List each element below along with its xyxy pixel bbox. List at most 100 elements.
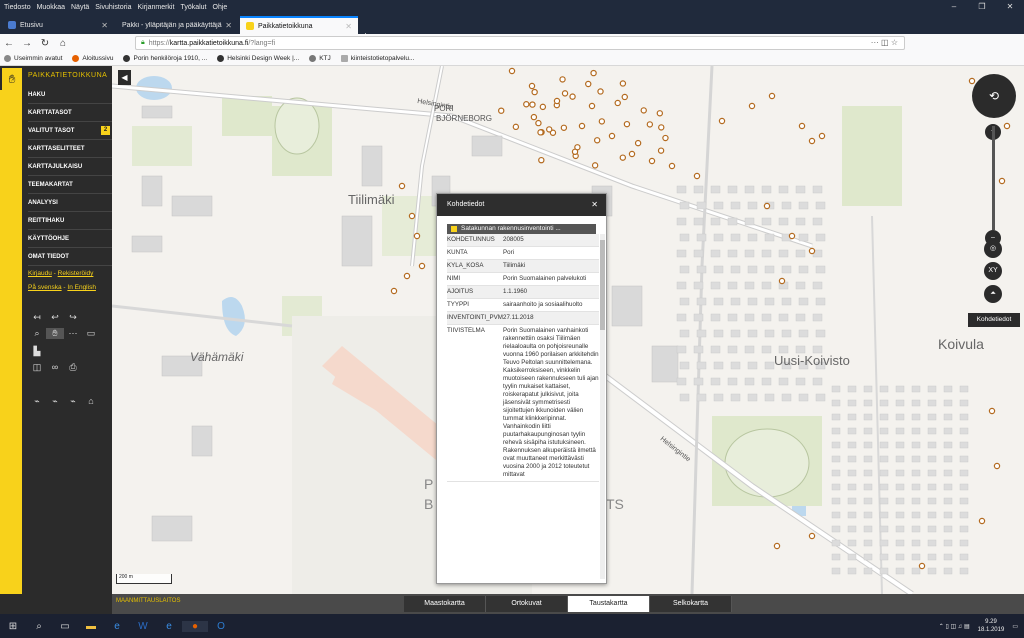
poi-marker[interactable] xyxy=(993,462,1001,470)
poi-marker[interactable] xyxy=(418,262,426,270)
poi-marker[interactable] xyxy=(968,77,976,85)
close-icon[interactable]: ✕ xyxy=(591,194,598,216)
poi-marker[interactable] xyxy=(598,118,606,125)
poi-marker[interactable] xyxy=(763,202,771,210)
poi-marker[interactable] xyxy=(657,147,665,154)
outlook-icon[interactable]: O xyxy=(208,621,234,632)
internet-explorer-icon[interactable]: e xyxy=(156,621,182,632)
poi-marker[interactable] xyxy=(918,562,926,570)
poi-marker[interactable] xyxy=(646,121,654,128)
bookmark-hdw[interactable]: Helsinki Design Week |... xyxy=(217,55,299,62)
poi-marker[interactable] xyxy=(634,139,642,147)
bookmark-most-visited[interactable]: Useimmin avatut xyxy=(4,55,62,62)
poi-marker[interactable] xyxy=(523,101,530,108)
poi-marker[interactable] xyxy=(413,232,421,240)
poi-marker[interactable] xyxy=(585,80,592,88)
poi-marker[interactable] xyxy=(718,117,726,125)
tray-icons[interactable]: ⌃ ▯ ◫ ♫ ▤ xyxy=(939,623,970,630)
bookmark-pori[interactable]: Porin henkilöroja 1910, ... xyxy=(123,55,207,62)
menu-file[interactable]: Tiedosto xyxy=(4,4,31,11)
star-icon[interactable]: ☆ xyxy=(891,38,898,47)
poi-marker[interactable] xyxy=(658,124,665,131)
poi-marker[interactable] xyxy=(608,132,616,140)
menu-valitut-tasot[interactable]: VALITUT TASOT 2 xyxy=(28,122,112,140)
poi-marker[interactable] xyxy=(788,232,796,240)
locate-icon[interactable]: ◎ xyxy=(984,240,1002,258)
basemap-ortokuvat[interactable]: Ortokuvat xyxy=(486,596,568,612)
edge-icon[interactable]: e xyxy=(104,621,130,632)
poi-marker[interactable] xyxy=(529,101,536,108)
clock[interactable]: 9.29 18.1.2019 xyxy=(978,618,1005,634)
basemap-selkokartta[interactable]: Selkokartta xyxy=(650,596,732,612)
maximize-icon[interactable]: ❐ xyxy=(968,0,996,14)
poi-marker[interactable] xyxy=(798,122,806,130)
menu-teemakartat[interactable]: TEEMAKARTAT xyxy=(28,176,112,194)
poi-marker[interactable] xyxy=(588,102,596,110)
pocket-icon[interactable]: ◫ xyxy=(881,38,889,47)
close-tab-icon[interactable]: ✕ xyxy=(101,21,108,30)
poi-marker[interactable] xyxy=(408,212,416,220)
feature-info-icon[interactable]: ⏶ xyxy=(984,285,1002,303)
scroll-thumb[interactable] xyxy=(600,240,605,330)
poi-marker[interactable] xyxy=(773,542,781,550)
menu-edit[interactable]: Muokkaa xyxy=(37,4,65,11)
search-icon[interactable]: ⌕ xyxy=(26,621,52,632)
menu-tools[interactable]: Työkalut xyxy=(180,4,206,11)
zoom-slider[interactable] xyxy=(992,126,995,230)
poi-marker[interactable] xyxy=(590,69,597,77)
undo-icon[interactable]: ↩ xyxy=(46,312,64,323)
poi-marker[interactable] xyxy=(662,134,669,142)
close-window-icon[interactable]: ✕ xyxy=(996,0,1024,14)
poi-marker[interactable] xyxy=(593,137,601,144)
measure-line-icon[interactable]: ⋯ xyxy=(64,328,82,339)
poi-marker[interactable] xyxy=(538,156,545,164)
poi-marker[interactable] xyxy=(578,122,586,130)
history-back-icon[interactable]: ↤ xyxy=(28,312,46,323)
poi-marker[interactable] xyxy=(808,247,816,255)
print-icon[interactable]: ⎙ xyxy=(64,362,82,373)
link-icon[interactable]: ∞ xyxy=(46,362,64,373)
poi-marker[interactable] xyxy=(553,97,561,105)
poi-marker[interactable] xyxy=(390,287,398,295)
back-icon[interactable]: ← xyxy=(0,38,18,49)
more-icon[interactable]: ··· xyxy=(871,38,879,47)
poi-marker[interactable] xyxy=(619,154,627,161)
bookmark-kiinteisto[interactable]: kiinteistotietopalvelu... xyxy=(340,55,414,62)
poi-marker[interactable] xyxy=(778,277,786,285)
register-link[interactable]: Rekisteröidy xyxy=(58,270,94,277)
poi-marker[interactable] xyxy=(648,157,656,165)
poi-marker[interactable] xyxy=(668,162,676,170)
file-explorer-icon[interactable]: ▬ xyxy=(78,621,104,632)
url-bar[interactable]: 🔒︎ https:// kartta.paikkatietoikkuna.fi … xyxy=(135,36,905,50)
tab-etusivu[interactable]: Etusivu ✕ xyxy=(2,16,114,34)
basemap-taustakartta[interactable]: Taustakartta xyxy=(568,596,650,612)
poi-marker[interactable] xyxy=(748,102,756,110)
poi-marker[interactable] xyxy=(768,92,776,100)
poi-marker[interactable] xyxy=(512,123,520,131)
close-tab-icon[interactable]: ✕ xyxy=(225,21,232,30)
menu-omat-tiedot[interactable]: OMAT TIEDOT xyxy=(28,248,112,266)
poi-marker[interactable] xyxy=(808,137,816,145)
firefox-icon[interactable]: ● xyxy=(182,620,208,632)
poi-marker[interactable] xyxy=(597,88,604,95)
close-tab-icon[interactable]: ✕ xyxy=(345,22,352,31)
bookmark-ktj[interactable]: KTJ xyxy=(309,55,331,62)
menu-help[interactable]: Ohje xyxy=(213,4,228,11)
english-link[interactable]: In English xyxy=(67,284,96,291)
poi-marker[interactable] xyxy=(569,93,576,100)
poi-marker[interactable] xyxy=(591,162,599,169)
bookmark-start[interactable]: Aloitussivu xyxy=(72,55,113,62)
minimize-icon[interactable]: – xyxy=(940,0,968,14)
menu-karttajulkaisu[interactable]: KARTTAJULKAISU xyxy=(28,158,112,176)
windows-start-icon[interactable]: ⊞ xyxy=(0,621,26,632)
poi-marker[interactable] xyxy=(1003,122,1011,130)
poi-marker[interactable] xyxy=(498,107,505,114)
xy-button[interactable]: XY xyxy=(984,262,1002,280)
poi-marker[interactable] xyxy=(561,90,569,97)
poi-marker[interactable] xyxy=(528,82,536,90)
task-view-icon[interactable]: ▭ xyxy=(52,621,78,632)
redo-icon[interactable]: ↪ xyxy=(64,312,82,323)
poi-marker[interactable] xyxy=(656,110,664,117)
word-icon[interactable]: W xyxy=(130,621,156,632)
poi-marker[interactable] xyxy=(398,182,406,190)
